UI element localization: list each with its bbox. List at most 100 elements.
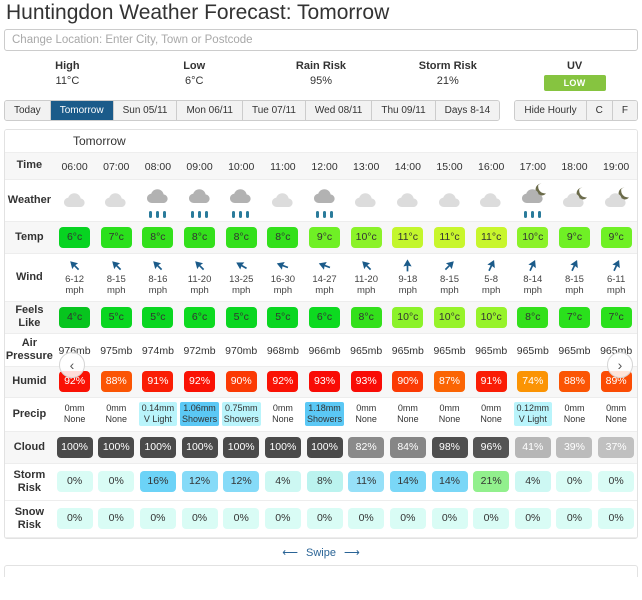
wind-entry: 8-15 mph xyxy=(95,258,137,296)
location-search-input[interactable]: Change Location: Enter City, Town or Pos… xyxy=(4,29,638,51)
cloud-value: 84% xyxy=(389,436,426,458)
humidity-cell: 92% xyxy=(179,366,221,397)
precip-amount: 0.75mm xyxy=(224,402,258,413)
cloud-moon-rain-icon xyxy=(512,181,554,219)
wind-speed-unit: mph xyxy=(231,285,251,296)
forecast-row: Storm Risk 0% 0% 16% 12% 12% 4% 8% 11% 14% 14% 21% 4… xyxy=(5,463,637,500)
cloud-cell: 100% xyxy=(137,431,179,463)
cloud-moon-icon xyxy=(595,185,637,215)
wind-direction-arrow-icon xyxy=(262,258,304,273)
temp-value: 8°c xyxy=(225,226,257,248)
snow-risk-cell: 0% xyxy=(470,500,512,537)
temp-value: 10°c xyxy=(517,226,549,248)
temp-cell: 8°c xyxy=(262,221,304,253)
scroll-next-button[interactable]: › xyxy=(607,352,633,378)
storm-risk-cell: 16% xyxy=(137,463,179,500)
temp-cell: 9°c xyxy=(595,221,637,253)
storm-risk-value: 0% xyxy=(598,471,635,492)
precip-entry: 0mm None xyxy=(347,402,385,426)
air-pressure-cell: 965mb xyxy=(345,333,387,366)
tab-wed-08-11[interactable]: Wed 08/11 xyxy=(305,101,373,120)
precip-type: Showers xyxy=(223,413,259,424)
wind-speed-unit: mph xyxy=(398,285,418,296)
wind-speed-range: 8-14 xyxy=(523,274,543,285)
tab-thu-09-11[interactable]: Thu 09/11 xyxy=(372,101,436,120)
cloud-light-icon xyxy=(345,185,387,215)
cloud-light-icon xyxy=(429,185,471,215)
storm-risk-value: 0% xyxy=(56,471,93,492)
wind-speed-range: 5-8 xyxy=(484,274,499,285)
weather-cell xyxy=(179,179,221,221)
time-value: 16:00 xyxy=(478,160,505,173)
snow-risk-cell: 0% xyxy=(54,500,96,537)
wind-entry: 13-25 mph xyxy=(220,258,262,296)
snow-risk-cell: 0% xyxy=(179,500,221,537)
precip-cell: 0.75mm Showers xyxy=(220,397,262,431)
precip-amount: 0mm xyxy=(439,402,460,413)
humidity-value: 92% xyxy=(184,371,216,392)
snow-risk-value: 0% xyxy=(473,508,510,529)
feels-like-value: 5°c xyxy=(267,306,299,328)
precip-type: None xyxy=(355,413,377,424)
tab-tue-07-11[interactable]: Tue 07/11 xyxy=(242,101,306,120)
wind-direction-arrow-icon xyxy=(179,258,221,273)
storm-risk-value: 14% xyxy=(389,471,426,492)
precip-cell: 0mm None xyxy=(345,397,387,431)
control-f[interactable]: F xyxy=(612,101,637,120)
summary-cell: Storm Risk 21% xyxy=(384,59,511,91)
humidity-value: 93% xyxy=(350,371,382,392)
cloud-cell: 84% xyxy=(387,431,429,463)
tab-tomorrow[interactable]: Tomorrow xyxy=(50,101,114,120)
cloud-cell: 100% xyxy=(220,431,262,463)
precip-entry: 0mm None xyxy=(264,402,302,426)
wind-speed-unit: mph xyxy=(65,285,84,296)
forecast-row: Time 06:00 07:00 08:00 09:00 10:00 11:00 12:00 1… xyxy=(5,153,637,179)
precip-cell: 0mm None xyxy=(595,397,637,431)
precip-entry: 0mm None xyxy=(389,402,427,426)
air-pressure-cell: 965mb xyxy=(429,333,471,366)
cloud-value: 96% xyxy=(473,436,510,458)
precip-type: None xyxy=(605,413,627,424)
time-value: 13:00 xyxy=(353,160,380,173)
precip-entry: 0.12mm V Light xyxy=(513,401,552,426)
precip-type: None xyxy=(272,413,294,424)
feels-like-cell: 5°c xyxy=(137,301,179,333)
feels-like-cell: 6°c xyxy=(179,301,221,333)
air-pressure-value: 974mb xyxy=(141,344,174,357)
tab-days-8-14[interactable]: Days 8-14 xyxy=(435,101,500,120)
tab-sun-05-11[interactable]: Sun 05/11 xyxy=(113,101,178,120)
precip-entry: 0mm None xyxy=(555,402,593,426)
storm-risk-value: 0% xyxy=(98,471,135,492)
tab-mon-06-11[interactable]: Mon 06/11 xyxy=(177,101,243,120)
feels-like-cell: 10°c xyxy=(387,301,429,333)
precip-cell: 0mm None xyxy=(95,397,137,431)
storm-risk-cell: 0% xyxy=(554,463,596,500)
cloud-value: 100% xyxy=(223,436,260,458)
scroll-prev-button[interactable]: ‹ xyxy=(59,352,85,378)
control-hide-hourly[interactable]: Hide Hourly xyxy=(515,101,587,120)
precip-type: None xyxy=(438,413,461,424)
wind-speed-unit: mph xyxy=(356,285,376,296)
air-pressure-cell: 965mb xyxy=(554,333,596,366)
snow-risk-value: 0% xyxy=(223,508,260,529)
wind-entry: 6-12 mph xyxy=(54,258,96,296)
summary-value: 6°C xyxy=(184,75,204,87)
precip-cell: 0mm None xyxy=(429,397,471,431)
time-cell: 09:00 xyxy=(179,153,221,179)
control-c[interactable]: C xyxy=(586,101,613,120)
air-pressure-value: 965mb xyxy=(433,344,466,357)
wind-speed-unit: mph xyxy=(273,285,293,296)
forecast-row: Cloud 100% 100% 100% 100% 100% 100% 100% 82% 84% 9… xyxy=(5,431,637,463)
cloud-rain-icon xyxy=(304,181,346,219)
tab-today[interactable]: Today xyxy=(5,101,51,120)
forecast-row: Temp 6°c 7°c 8°c 8°c 8°c 8°c 9°c 10°c 11°c 11°c 11°… xyxy=(5,221,637,253)
precip-amount: 1.18mm xyxy=(308,402,341,413)
temp-value: 11°c xyxy=(434,226,465,248)
wind-entry: 6-11 mph xyxy=(595,258,637,296)
storm-risk-value: 12% xyxy=(181,471,218,492)
precip-amount: 0mm xyxy=(564,402,585,413)
snow-risk-value: 0% xyxy=(56,508,93,529)
snow-risk-cell: 0% xyxy=(345,500,387,537)
precip-type: None xyxy=(63,413,86,424)
snow-risk-cell: 0% xyxy=(595,500,637,537)
